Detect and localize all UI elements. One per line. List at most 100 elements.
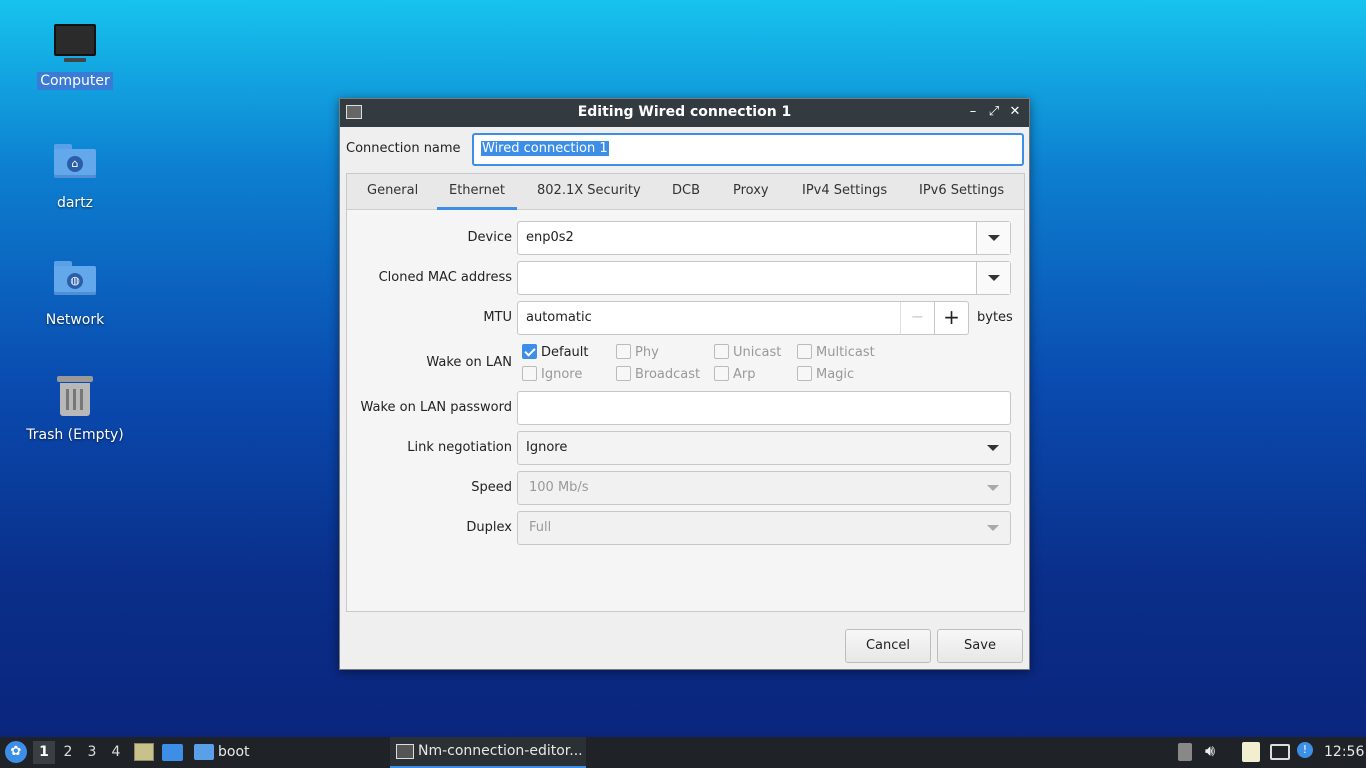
mtu-unit-label: bytes (977, 310, 1013, 325)
wol-magic-checkbox[interactable]: Magic (797, 366, 854, 382)
computer-icon (51, 22, 99, 66)
mtu-label: MTU (483, 310, 512, 325)
tab-ipv4-settings[interactable]: IPv4 Settings (802, 174, 887, 210)
maximize-icon[interactable]: ⤢ (985, 103, 1003, 121)
desktop-icon-label: Computer (37, 72, 113, 90)
network-app-icon (396, 744, 414, 759)
mtu-increment-button[interactable]: + (934, 302, 968, 334)
workspace-2[interactable]: 2 (57, 741, 79, 764)
checkbox-box (522, 344, 537, 359)
device-dropdown-button[interactable] (976, 222, 1010, 254)
tab-proxy[interactable]: Proxy (733, 174, 769, 210)
dialog-title: Editing Wired connection 1 (577, 104, 792, 120)
mtu-decrement-button[interactable]: − (900, 302, 934, 334)
folder-icon (194, 744, 214, 760)
checkbox-label: Phy (635, 345, 659, 360)
mtu-spinbox[interactable]: automatic − + (517, 301, 969, 335)
link-negotiation-label: Link negotiation (407, 440, 512, 455)
network-status-icon[interactable] (1270, 744, 1290, 760)
desktop-icon-trash[interactable]: Trash (Empty) (20, 374, 130, 444)
chevron-down-icon (988, 235, 1000, 241)
minimize-icon[interactable]: – (964, 103, 982, 121)
tab-ethernet[interactable]: Ethernet (437, 174, 517, 210)
app-menu-icon[interactable]: ✿ (5, 741, 27, 763)
trash-icon (51, 376, 99, 420)
wol-password-label: Wake on LAN password (360, 400, 512, 415)
connection-name-value: Wired connection 1 (481, 141, 609, 156)
device-label: Device (467, 230, 512, 245)
duplex-value: Full (529, 520, 552, 535)
workspace-1[interactable]: 1 (33, 741, 55, 764)
checkbox-label: Default (541, 345, 589, 360)
device-value: enp0s2 (526, 230, 574, 245)
checkbox-label: Ignore (541, 367, 583, 382)
duplex-combobox: Full (517, 511, 1011, 545)
chevron-down-icon (987, 485, 999, 491)
cancel-button[interactable]: Cancel (845, 629, 931, 663)
duplex-label: Duplex (466, 520, 512, 535)
desktop-icon-label: Network (45, 312, 105, 328)
home-folder-icon: ⌂ (51, 144, 99, 188)
tab-dcb[interactable]: DCB (672, 174, 700, 210)
volume-icon[interactable]: 🔊︎ (1205, 741, 1215, 761)
tab-ipv6-settings[interactable]: IPv6 Settings (919, 174, 1004, 210)
wol-multicast-checkbox[interactable]: Multicast (797, 344, 875, 360)
checkbox-box (714, 344, 729, 359)
dialog-titlebar[interactable]: Editing Wired connection 1 – ⤢ ✕ (340, 99, 1029, 127)
checkbox-label: Multicast (816, 345, 875, 360)
workspace-4[interactable]: 4 (105, 741, 127, 764)
show-desktop-icon[interactable] (134, 743, 154, 761)
desktop-icon-home-folder[interactable]: ⌂ dartz (20, 140, 130, 212)
checkbox-box (616, 366, 631, 381)
connection-name-label: Connection name (346, 141, 461, 156)
tab-panel: General Ethernet 802.1X Security DCB Pro… (346, 173, 1025, 612)
connection-name-input[interactable]: Wired connection 1 (472, 133, 1024, 166)
speed-combobox: 100 Mb/s (517, 471, 1011, 505)
tab-bar: General Ethernet 802.1X Security DCB Pro… (347, 174, 1024, 210)
wol-ignore-checkbox[interactable]: Ignore (522, 366, 582, 382)
checkbox-label: Arp (733, 367, 756, 382)
checkbox-label: Magic (816, 367, 855, 382)
notification-icon[interactable]: ! (1297, 742, 1313, 758)
device-combobox[interactable]: enp0s2 (517, 221, 1011, 255)
cloned-mac-dropdown-button[interactable] (976, 262, 1010, 294)
checkbox-box (616, 344, 631, 359)
file-manager-icon[interactable] (162, 744, 183, 761)
folder-launcher-label: boot (218, 744, 250, 760)
wol-default-checkbox[interactable]: Default (522, 344, 589, 360)
desktop-icon-computer[interactable]: Computer (20, 22, 130, 90)
connection-editor-dialog: Editing Wired connection 1 – ⤢ ✕ Connect… (339, 98, 1030, 670)
wol-phy-checkbox[interactable]: Phy (616, 344, 659, 360)
close-icon[interactable]: ✕ (1006, 103, 1024, 121)
checkbox-box (714, 366, 729, 381)
save-button[interactable]: Save (937, 629, 1023, 663)
wol-arp-checkbox[interactable]: Arp (714, 366, 756, 382)
task-nm-connection-editor[interactable]: Nm-connection-editor... (390, 737, 586, 768)
checkbox-label: Unicast (733, 345, 782, 360)
clipboard-icon[interactable] (1242, 742, 1260, 762)
speed-label: Speed (471, 480, 512, 495)
clock[interactable]: 12:56 (1324, 744, 1364, 760)
link-negotiation-value: Ignore (526, 440, 568, 455)
link-negotiation-combobox[interactable]: Ignore (517, 431, 1011, 465)
workspace-3[interactable]: 3 (81, 741, 103, 764)
desktop-icon-label: dartz (56, 195, 94, 211)
chevron-down-icon (987, 525, 999, 531)
wol-broadcast-checkbox[interactable]: Broadcast (616, 366, 700, 382)
tab-general[interactable]: General (367, 174, 418, 210)
checkbox-box (522, 366, 537, 381)
eject-icon[interactable] (1178, 743, 1192, 761)
tab-8021x-security[interactable]: 802.1X Security (537, 174, 641, 210)
desktop-icon-label: Trash (Empty) (26, 427, 124, 443)
cloned-mac-combobox[interactable] (517, 261, 1011, 295)
mtu-value: automatic (526, 310, 592, 325)
wol-label: Wake on LAN (426, 355, 512, 370)
wol-unicast-checkbox[interactable]: Unicast (714, 344, 781, 360)
desktop-icon-network[interactable]: ◍ Network (20, 257, 130, 329)
checkbox-box (797, 344, 812, 359)
chevron-down-icon (988, 275, 1000, 281)
task-label: Nm-connection-editor... (418, 743, 583, 759)
chevron-down-icon (987, 445, 999, 451)
wol-password-input[interactable] (517, 391, 1011, 425)
speed-value: 100 Mb/s (529, 480, 589, 495)
